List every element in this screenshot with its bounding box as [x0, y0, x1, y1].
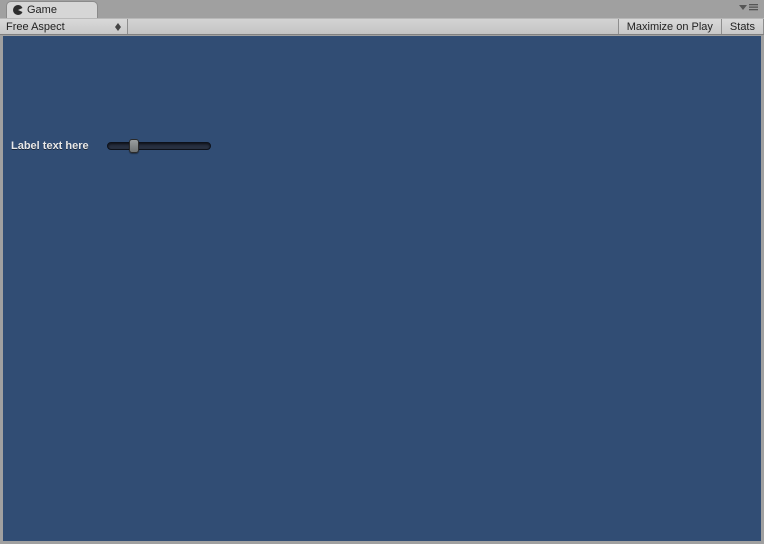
tab-title: Game	[27, 4, 57, 16]
slider-label: Label text here	[11, 140, 107, 152]
game-viewport: Label text here	[3, 36, 761, 541]
stats-button[interactable]: Stats	[721, 19, 764, 34]
horizontal-slider[interactable]	[107, 140, 211, 152]
maximize-on-play-label: Maximize on Play	[627, 21, 713, 33]
stats-label: Stats	[730, 21, 755, 33]
toolbar-spacer	[128, 19, 618, 34]
tab-bar: Game	[0, 0, 764, 18]
game-panel: Game Free Aspect Maximize on Play	[0, 0, 764, 544]
aspect-dropdown-label: Free Aspect	[6, 21, 65, 33]
updown-icon	[115, 23, 121, 31]
slider-thumb[interactable]	[129, 139, 139, 153]
maximize-on-play-button[interactable]: Maximize on Play	[618, 19, 721, 34]
tab-game[interactable]: Game	[6, 1, 98, 18]
pane-options-button[interactable]	[739, 3, 758, 11]
dropdown-triangle-icon	[739, 3, 747, 11]
game-icon	[13, 5, 23, 15]
gui-horizontal-slider-row: Label text here	[11, 140, 211, 152]
aspect-dropdown[interactable]: Free Aspect	[0, 19, 128, 34]
menu-lines-icon	[749, 3, 758, 11]
slider-track	[107, 142, 211, 150]
game-toolbar: Free Aspect Maximize on Play Stats	[0, 18, 764, 35]
